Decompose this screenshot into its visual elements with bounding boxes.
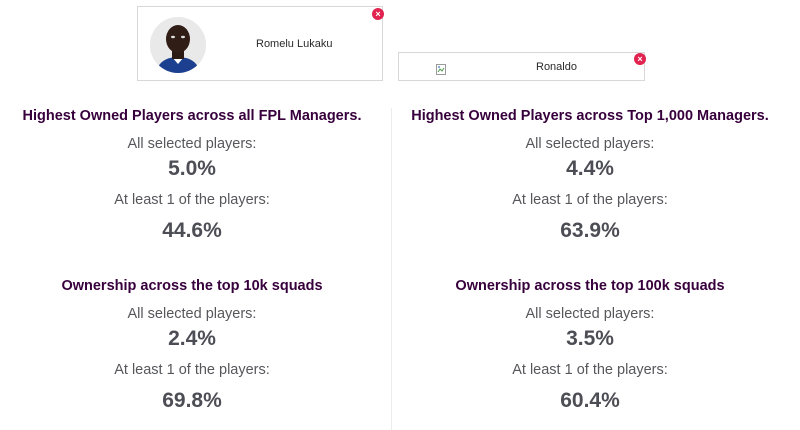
stat-title: Ownership across the top 100k squads xyxy=(455,278,725,294)
at-least-one-label: At least 1 of the players: xyxy=(114,192,270,208)
player-name: Ronaldo xyxy=(536,61,577,73)
all-selected-value: 3.5% xyxy=(566,327,614,350)
ownership-page: Romelu Lukaku × Ronaldo × Highest Owned … xyxy=(0,0,800,430)
broken-image-icon xyxy=(436,62,446,75)
at-least-one-label: At least 1 of the players: xyxy=(512,192,668,208)
stat-block-all-managers: Highest Owned Players across all FPL Man… xyxy=(2,106,382,246)
at-least-one-value: 60.4% xyxy=(560,389,620,412)
player-card-ronaldo[interactable]: Ronaldo × xyxy=(398,52,646,81)
player-name: Romelu Lukaku xyxy=(256,38,333,50)
stat-block-top-100k: Ownership across the top 100k squads All… xyxy=(400,276,780,416)
all-selected-label: All selected players: xyxy=(525,306,655,322)
at-least-one-label: At least 1 of the players: xyxy=(512,362,668,378)
all-selected-value: 4.4% xyxy=(566,157,614,180)
at-least-one-value: 69.8% xyxy=(162,389,222,412)
all-selected-label: All selected players: xyxy=(525,136,655,152)
all-selected-label: All selected players: xyxy=(127,136,257,152)
stat-block-top-1000: Highest Owned Players across Top 1,000 M… xyxy=(400,106,780,246)
close-icon[interactable]: × xyxy=(372,8,384,20)
stat-title: Ownership across the top 10k squads xyxy=(61,278,323,294)
stat-title: Highest Owned Players across Top 1,000 M… xyxy=(411,108,769,124)
close-icon[interactable]: × xyxy=(634,53,646,65)
at-least-one-value: 44.6% xyxy=(162,219,222,242)
stat-block-top-10k: Ownership across the top 10k squads All … xyxy=(2,276,382,416)
all-selected-value: 2.4% xyxy=(168,327,216,350)
player-avatar xyxy=(150,17,206,73)
all-selected-value: 5.0% xyxy=(168,157,216,180)
at-least-one-label: At least 1 of the players: xyxy=(114,362,270,378)
column-divider xyxy=(391,108,392,430)
player-card-lukaku[interactable]: Romelu Lukaku × xyxy=(137,6,384,81)
all-selected-label: All selected players: xyxy=(127,306,257,322)
stat-title: Highest Owned Players across all FPL Man… xyxy=(22,108,362,124)
at-least-one-value: 63.9% xyxy=(560,219,620,242)
